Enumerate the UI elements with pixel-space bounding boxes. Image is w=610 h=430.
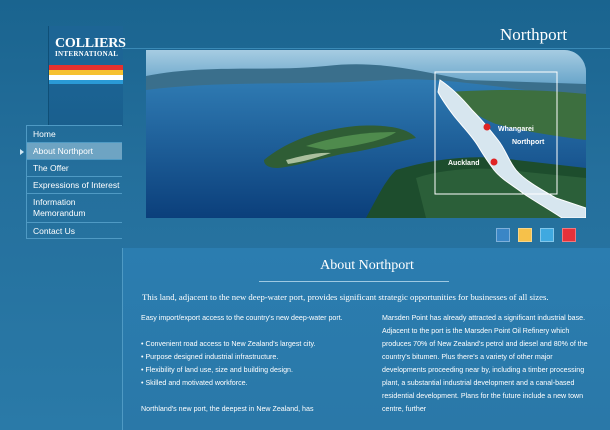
nav-item-information-memorandum[interactable]: Information Memorandum bbox=[26, 193, 122, 222]
color-swatch-bar bbox=[496, 228, 576, 242]
content-panel: About Northport This land, adjacent to t… bbox=[122, 248, 610, 430]
side-nav: Home About Northport The Offer Expressio… bbox=[26, 125, 122, 239]
nav-item-the-offer[interactable]: The Offer bbox=[26, 159, 122, 176]
left-paragraph-2: Northland's new port, the deepest in New… bbox=[141, 405, 314, 413]
brand-sub: INTERNATIONAL bbox=[55, 50, 119, 58]
hero-photo: Whangarei Northport Auckland bbox=[146, 50, 586, 218]
brand-stripes bbox=[49, 65, 123, 85]
map-label-whangarei: Whangarei bbox=[498, 126, 534, 133]
section-heading: About Northport bbox=[320, 258, 414, 273]
nav-item-expressions-of-interest[interactable]: Expressions of Interest bbox=[26, 176, 122, 193]
page-title: Northport bbox=[500, 25, 568, 44]
intro-text: This land, adjacent to the new deep-wate… bbox=[142, 292, 549, 302]
swatch-yellow[interactable] bbox=[518, 228, 532, 242]
nav-item-about-northport[interactable]: About Northport bbox=[26, 142, 122, 159]
bullet-3: • Flexibility of land use, size and buil… bbox=[141, 366, 293, 374]
left-paragraph-1: Easy import/export access to the country… bbox=[141, 314, 343, 322]
title-divider bbox=[122, 48, 610, 49]
nav-item-information-line2: Memorandum bbox=[33, 208, 86, 218]
swatch-blue[interactable] bbox=[496, 228, 510, 242]
right-paragraph-1: Marsden Point has already attracted a si… bbox=[382, 314, 588, 413]
map-label-northport: Northport bbox=[512, 139, 545, 146]
swatch-light-blue[interactable] bbox=[540, 228, 554, 242]
swatch-red[interactable] bbox=[562, 228, 576, 242]
brand-name: COLLIERS bbox=[55, 36, 126, 51]
bullet-4: • Skilled and motivated workforce. bbox=[141, 379, 248, 387]
left-column: Easy import/export access to the country… bbox=[141, 312, 351, 416]
right-column: Marsden Point has already attracted a si… bbox=[382, 312, 597, 429]
bullet-1: • Convenient road access to New Zealand'… bbox=[141, 340, 316, 348]
nav-item-home[interactable]: Home bbox=[26, 125, 122, 142]
logo-column-filler bbox=[48, 84, 123, 126]
nav-item-information-line1: Information bbox=[33, 197, 76, 207]
whangarei-marker bbox=[483, 123, 491, 131]
logo-text: COLLIERS INTERNATIONAL bbox=[55, 36, 126, 59]
bullet-2: • Purpose designed industrial infrastruc… bbox=[141, 353, 279, 361]
map-label-auckland: Auckland bbox=[448, 160, 480, 167]
heading-underline bbox=[259, 281, 449, 282]
nav-item-contact-us[interactable]: Contact Us bbox=[26, 222, 122, 239]
auckland-marker bbox=[490, 158, 498, 166]
map-inset: Whangarei Northport Auckland bbox=[434, 71, 586, 218]
